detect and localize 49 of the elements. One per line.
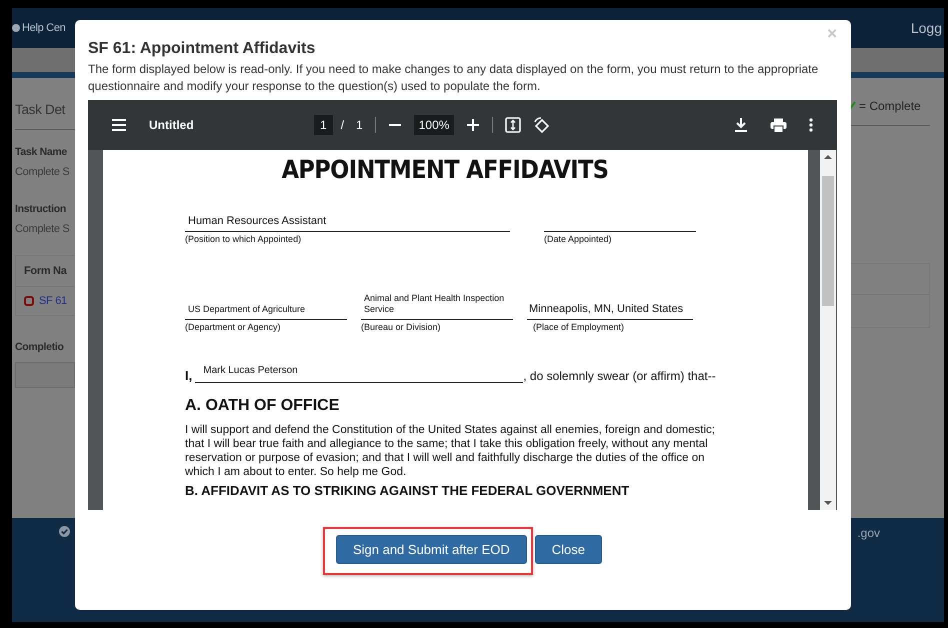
file-name: Untitled (149, 118, 195, 132)
task-name-label: Task Name (15, 146, 68, 158)
field-label: (Position to which Appointed) (185, 233, 302, 244)
footer-text: .gov (857, 526, 880, 540)
field-value: Animal and Plant Health Inspection Service (364, 293, 506, 315)
field-value: Minneapolis, MN, United States (529, 304, 684, 315)
field-label: (Place of Employment) (532, 321, 626, 332)
scroll-down-icon[interactable] (824, 500, 832, 506)
task-name-value: Complete S (15, 166, 70, 178)
close-button[interactable]: Close (534, 535, 602, 564)
completion-field (15, 362, 75, 388)
download-icon[interactable] (734, 117, 748, 133)
section-heading: B. AFFIDAVIT AS TO STRIKING AGAINST THE FEDERAL GOVERNMENT (185, 483, 630, 498)
field-value: Human Resources Assistant (188, 215, 326, 227)
legend-label: = Complete (859, 99, 921, 113)
completion-label: Completio (15, 341, 65, 353)
instructions-value: Complete S (15, 223, 70, 235)
more-icon[interactable] (809, 118, 813, 132)
help-link-text: Help Cen (22, 22, 66, 34)
help-icon (12, 24, 20, 32)
scrollbar[interactable] (820, 150, 836, 510)
page-count: 1 (356, 118, 363, 132)
menu-icon[interactable] (111, 119, 127, 131)
field-value: US Department of Agriculture (188, 304, 306, 315)
scroll-up-icon[interactable] (824, 154, 832, 160)
oath-text: , do solemnly swear (or affirm) that-- (523, 369, 716, 383)
page-separator: / (340, 118, 344, 132)
print-icon[interactable] (770, 118, 787, 132)
field-label: (Bureau or Division) (361, 321, 442, 332)
fit-page-icon[interactable] (505, 117, 522, 133)
sign-submit-button[interactable]: Sign and Submit after EOD (336, 535, 527, 564)
page-number-field[interactable]: 1 (314, 115, 333, 135)
login-link[interactable]: Logg (910, 20, 942, 36)
modal-description: The form displayed below is read-only. If you need to make changes to any data displayed on the form, you must return to the appropriate questionnaire and modify your response to the question(s) used to populate the form. (88, 61, 820, 95)
section-text: I will support and defend the Constitution of the United States against all enemies, foreign and domestic; that I will bear true faith and allegiance to the same; that I take this obligation freely, without any mental reservation or purpose of evasion; and that I will well and faithfully discharge the duties of the office on which I am about to enter. So help me God. (185, 423, 716, 479)
oath-prefix: I, (185, 368, 192, 383)
check-circle-icon (59, 526, 70, 537)
zoom-in-icon[interactable] (466, 118, 480, 132)
modal-title: SF 61: Appointment Affidavits (88, 40, 316, 58)
document-title: APPOINTMENT AFFIDAVITS (280, 155, 610, 184)
section-heading: A. OATH OF OFFICE (185, 397, 340, 415)
page-heading: Task Det (15, 102, 66, 117)
field-label: (Department or Agency) (185, 321, 282, 332)
help-link[interactable]: Help Cen (12, 22, 66, 34)
rotate-icon[interactable] (533, 116, 550, 134)
instructions-label: Instruction (15, 203, 67, 215)
field-label: (Date Appointed) (544, 233, 613, 244)
oath-name: Mark Lucas Peterson (203, 365, 298, 376)
zoom-field[interactable]: 100% (414, 115, 454, 135)
